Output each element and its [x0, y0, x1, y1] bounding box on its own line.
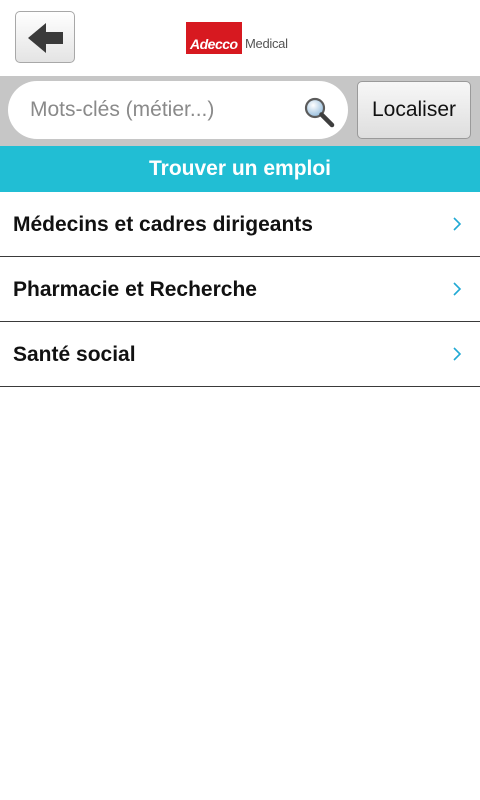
search-field	[8, 81, 348, 139]
localiser-button[interactable]: Localiser	[357, 81, 471, 139]
localiser-label: Localiser	[371, 98, 457, 121]
logo-brand: Adecco	[186, 22, 242, 54]
list-item-pharmacie[interactable]: Pharmacie et Recherche	[0, 257, 480, 322]
chevron-right-icon	[453, 347, 462, 361]
back-button[interactable]	[15, 11, 75, 63]
adecco-medical-logo: Adecco Medical	[186, 22, 288, 54]
list-item-sante-social[interactable]: Santé social	[0, 322, 480, 387]
back-arrow-icon	[28, 23, 63, 53]
section-title-bar: Trouver un emploi	[0, 146, 480, 192]
chevron-right-icon	[453, 217, 462, 231]
keywords-input[interactable]	[30, 81, 298, 139]
search-bar: Localiser	[0, 76, 480, 146]
app-header: Adecco Medical	[0, 0, 480, 76]
list-item-label: Santé social	[13, 343, 136, 366]
chevron-right-icon	[453, 282, 462, 296]
magnifier-icon[interactable]	[303, 96, 335, 128]
list-item-label: Pharmacie et Recherche	[13, 278, 257, 301]
logo-suffix: Medical	[245, 36, 288, 51]
category-list: Médecins et cadres dirigeants Pharmacie …	[0, 192, 480, 387]
list-item-medecins[interactable]: Médecins et cadres dirigeants	[0, 192, 480, 257]
section-title: Trouver un emploi	[148, 157, 332, 180]
list-item-label: Médecins et cadres dirigeants	[13, 213, 313, 236]
